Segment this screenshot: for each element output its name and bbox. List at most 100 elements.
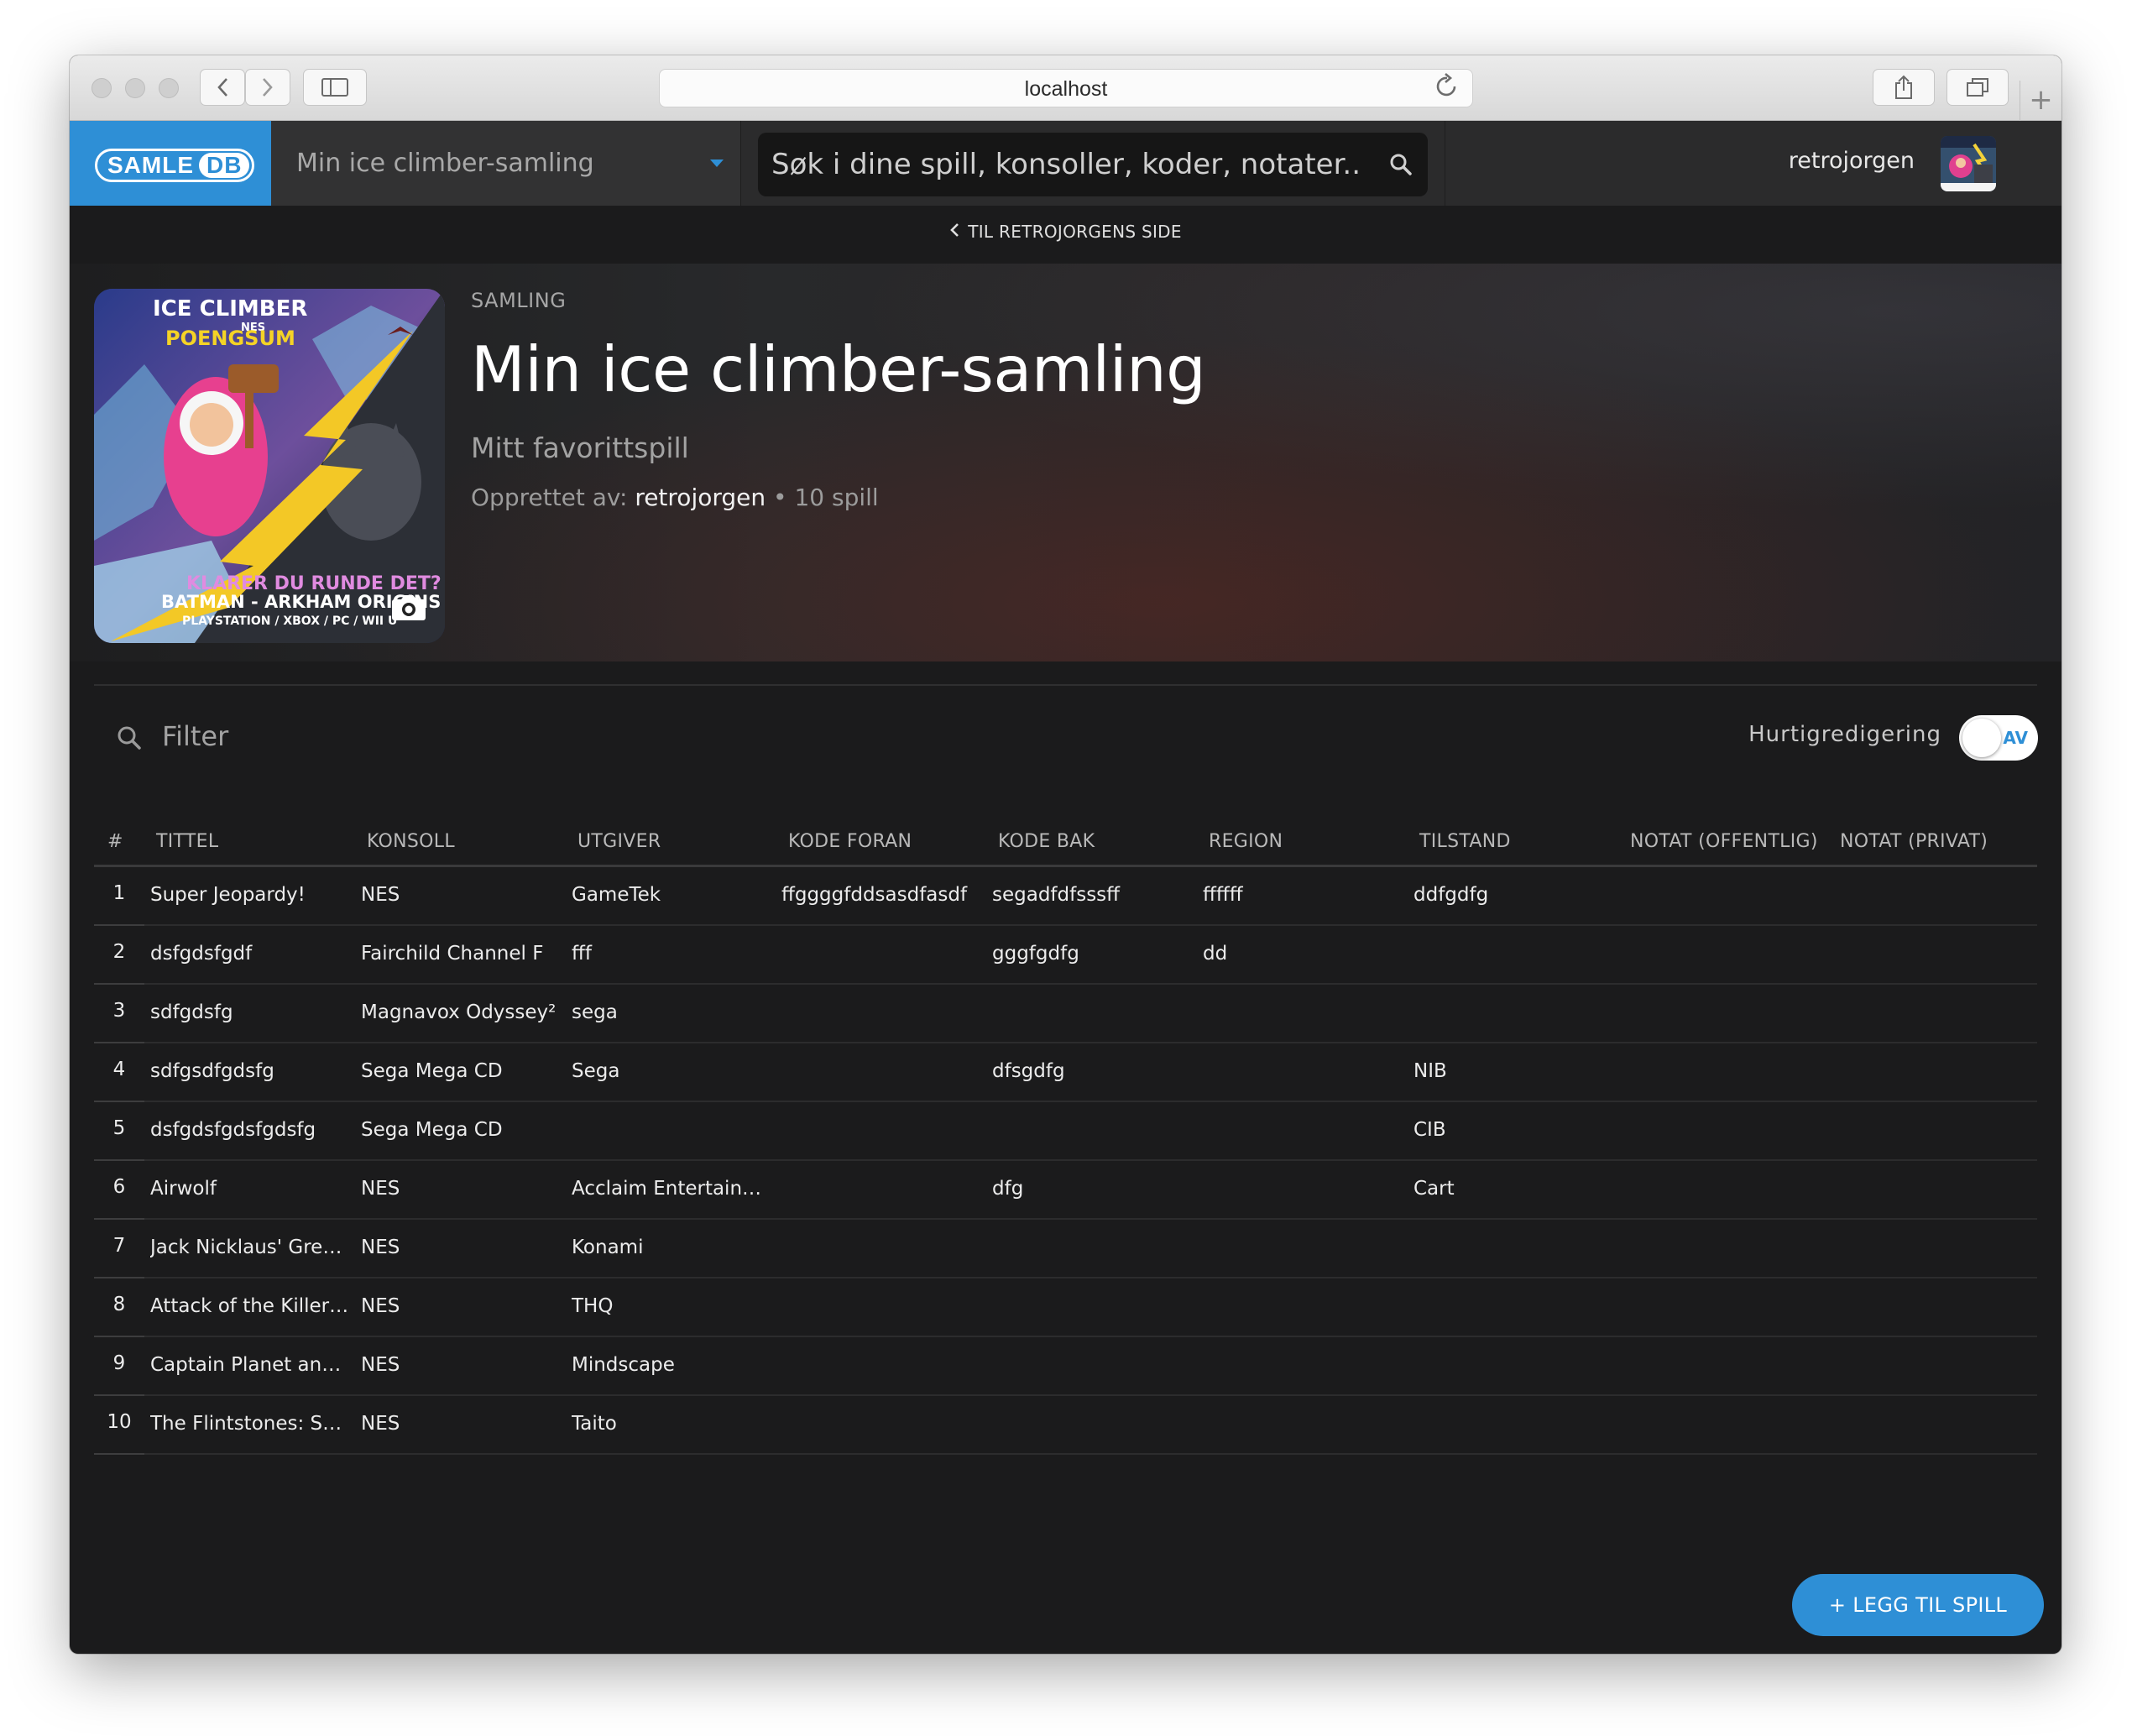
minimize-window-button[interactable] <box>125 78 145 98</box>
back-icon[interactable] <box>200 69 245 106</box>
table-row[interactable]: 9 Captain Planet and t... NES Mindscape <box>94 1337 2037 1396</box>
row-number-divider <box>94 1453 144 1455</box>
table-cell: sega <box>572 1001 618 1023</box>
row-number: 8 <box>112 1294 126 1315</box>
table-cell: ffggggfddsasdfasdf <box>781 884 968 906</box>
row-number: 7 <box>112 1235 126 1257</box>
table-cell: NIB <box>1413 1060 1447 1082</box>
search-input[interactable] <box>771 133 1359 196</box>
table-cell: NES <box>361 1178 400 1200</box>
row-divider <box>144 1453 2037 1455</box>
table-cell: Magnavox Odyssey² <box>361 1001 557 1023</box>
samledb-logo: SAMLE DB <box>95 149 255 182</box>
table-cell: NES <box>361 884 400 906</box>
logo-link[interactable]: SAMLE DB <box>70 121 271 206</box>
table-cell: Taito <box>572 1413 617 1435</box>
row-number: 6 <box>112 1176 126 1198</box>
address-bar[interactable]: localhost <box>659 69 1473 107</box>
games-table: # TITTEL KONSOLL UTGIVER KODE FORAN KODE… <box>94 818 2037 1455</box>
table-row[interactable]: 7 Jack Nicklaus' Greate... NES Konami <box>94 1220 2037 1278</box>
filter-input[interactable] <box>162 715 666 757</box>
table-cell: dfsgdfg <box>992 1060 1065 1082</box>
table-body: 1 Super Jeopardy! NES GameTek ffggggfddsasdf… <box>94 867 2037 1455</box>
app-header: SAMLE DB Min ice climber-samling retrojo… <box>70 121 2061 206</box>
new-tab-icon[interactable]: + <box>2020 81 2061 121</box>
row-number: 4 <box>112 1059 126 1080</box>
share-icon[interactable] <box>1873 69 1935 106</box>
sidebar-toggle-icon[interactable] <box>303 69 367 106</box>
search-box <box>758 133 1428 196</box>
table-cell: Jack Nicklaus' Greate... <box>150 1237 350 1258</box>
table-cell: Acclaim Entertainment <box>572 1178 771 1200</box>
logo-samle-text: SAMLE <box>107 152 194 178</box>
table-row[interactable]: 2 dsfgdsfgdf Fairchild Channel F fff gggfgdf… <box>94 926 2037 985</box>
table-cell: Sega <box>572 1060 620 1082</box>
back-to-profile-link[interactable]: TIL RETROJORGENS SIDE <box>70 222 2061 243</box>
camera-icon[interactable] <box>391 593 426 625</box>
table-cell: ffffff <box>1203 884 1243 906</box>
table-cell: The Flintstones: Surp... <box>150 1413 350 1435</box>
row-number: 10 <box>107 1411 132 1433</box>
column-header[interactable]: REGION <box>1209 831 1283 852</box>
table-row[interactable]: 6 Airwolf NES Acclaim Entertainment dfg Cart <box>94 1161 2037 1220</box>
page-title: Min ice climber-samling <box>471 332 1206 406</box>
table-cell: Attack of the Killer To... <box>150 1295 350 1317</box>
logo-db-text: DB <box>199 153 250 178</box>
cover-text-6: PLAYSTATION / XBOX / PC / WII U <box>182 614 397 628</box>
column-header[interactable]: UTGIVER <box>577 831 661 852</box>
cover-text-3: POENGSUM <box>165 327 295 350</box>
game-count: • 10 spill <box>773 484 879 511</box>
tabs-overview-icon[interactable] <box>1946 69 2009 106</box>
toggle-state-text: AV <box>2003 728 2028 748</box>
table-cell: Cart <box>1413 1178 1455 1200</box>
forward-icon[interactable] <box>245 69 290 106</box>
table-row[interactable]: 5 dsfgdsfgdsfgdsfg Sega Mega CD CIB <box>94 1102 2037 1161</box>
table-cell: Sega Mega CD <box>361 1119 503 1141</box>
collection-description: Mitt favorittspill <box>471 431 689 464</box>
collection-cover-image[interactable]: ICE CLIMBER NES POENGSUM KLARER DU RUNDE… <box>94 289 445 643</box>
column-header[interactable]: NOTAT (OFFENTLIG) <box>1630 831 1818 852</box>
close-window-button[interactable] <box>91 78 112 98</box>
table-cell: GameTek <box>572 884 661 906</box>
reload-icon[interactable] <box>1435 73 1459 105</box>
search-icon[interactable] <box>1389 153 1413 180</box>
row-number: 9 <box>112 1352 126 1374</box>
column-header[interactable]: KODE BAK <box>998 831 1095 852</box>
cover-text-1: ICE CLIMBER <box>153 296 307 322</box>
table-cell: NES <box>361 1413 400 1435</box>
table-cell: Konami <box>572 1237 644 1258</box>
quick-edit-toggle[interactable]: AV <box>1959 715 2038 761</box>
owner-link[interactable]: retrojorgen <box>635 484 766 511</box>
table-cell: dfg <box>992 1178 1024 1200</box>
table-cell: gggfgdfg <box>992 943 1079 965</box>
table-header: # TITTEL KONSOLL UTGIVER KODE FORAN KODE… <box>94 818 2037 867</box>
zoom-window-button[interactable] <box>159 78 179 98</box>
table-cell: Super Jeopardy! <box>150 884 306 906</box>
collection-selector-label: Min ice climber-samling <box>296 149 594 178</box>
search-icon <box>117 725 142 754</box>
column-header[interactable]: TILSTAND <box>1419 831 1511 852</box>
username-link[interactable]: retrojorgen <box>1789 148 1915 174</box>
table-row[interactable]: 4 sdfgsdfgdsfg Sega Mega CD Sega dfsgdfg NIB <box>94 1043 2037 1102</box>
table-row[interactable]: 10 The Flintstones: Surp... NES Taito <box>94 1396 2037 1455</box>
avatar[interactable] <box>1941 136 1996 191</box>
add-game-button[interactable]: + LEGG TIL SPILL <box>1792 1574 2044 1636</box>
column-header[interactable]: KODE FORAN <box>788 831 912 852</box>
column-header[interactable]: # <box>107 831 123 852</box>
column-header[interactable]: NOTAT (PRIVAT) <box>1840 831 1988 852</box>
collection-selector[interactable]: Min ice climber-samling <box>271 121 741 206</box>
table-cell: Captain Planet and t... <box>150 1354 350 1376</box>
table-cell: dd <box>1203 943 1228 965</box>
table-cell: ddfgdfg <box>1413 884 1489 906</box>
table-cell: fff <box>572 943 592 965</box>
divider <box>94 684 2037 686</box>
table-cell: sdfgdsfg <box>150 1001 233 1023</box>
column-header[interactable]: KONSOLL <box>367 831 455 852</box>
table-row[interactable]: 3 sdfgdsfg Magnavox Odyssey² sega <box>94 985 2037 1043</box>
table-cell: Mindscape <box>572 1354 675 1376</box>
table-row[interactable]: 8 Attack of the Killer To... NES THQ <box>94 1278 2037 1337</box>
table-cell: dsfgdsfgdf <box>150 943 253 965</box>
collection-meta: Opprettet av: retrojorgen • 10 spill <box>471 484 879 511</box>
column-header[interactable]: TITTEL <box>156 831 218 852</box>
table-row[interactable]: 1 Super Jeopardy! NES GameTek ffggggfddsasdf… <box>94 867 2037 926</box>
